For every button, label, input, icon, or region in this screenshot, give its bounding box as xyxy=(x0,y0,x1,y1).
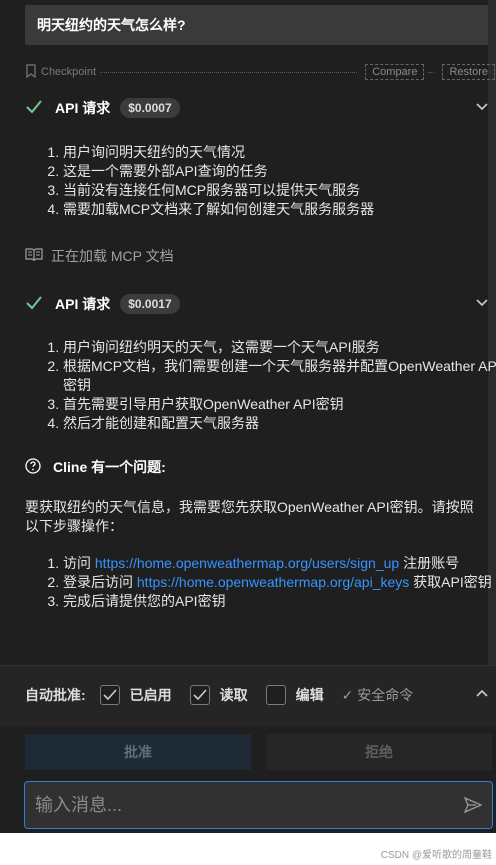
cost-badge: $0.0007 xyxy=(120,98,180,118)
send-icon[interactable] xyxy=(464,797,482,813)
step-text: 完成后请提供您的API密钥 xyxy=(63,593,226,609)
checkpoint-divider xyxy=(100,71,358,73)
reject-button[interactable]: 拒绝 xyxy=(266,734,492,770)
question-icon xyxy=(25,457,41,477)
user-message-text: 明天纽约的天气怎么样? xyxy=(37,17,186,33)
watermark: CSDN @爱听歌的周童鞋 xyxy=(380,850,492,861)
check-icon xyxy=(25,295,43,314)
reasoning-list: 用户询问明天纽约的天气情况 这是一个需要外部API查询的任务 当前没有连接任何M… xyxy=(25,143,496,219)
cost-badge: $0.0017 xyxy=(120,294,180,314)
api-request-title: API 请求 xyxy=(55,296,111,312)
bookmark-icon xyxy=(25,63,37,81)
chevron-down-icon[interactable] xyxy=(475,295,489,312)
question-title: Cline 有一个问题: xyxy=(53,459,166,475)
list-item: 访问 https://home.openweathermap.org/users… xyxy=(63,554,496,573)
checkpoint-label: Checkpoint xyxy=(41,66,97,78)
read-checkbox[interactable] xyxy=(189,685,210,705)
chevron-down-icon[interactable] xyxy=(475,99,489,116)
list-item: 这是一个需要外部API查询的任务 xyxy=(63,162,496,181)
user-message: 明天纽约的天气怎么样? xyxy=(25,5,489,45)
enabled-label: 已启用 xyxy=(129,687,172,703)
message-input-box xyxy=(24,781,493,829)
signup-link[interactable]: https://home.openweathermap.org/users/si… xyxy=(95,555,399,571)
restore-button[interactable]: Restore xyxy=(442,64,495,80)
list-item: 用户询问纽约明天的天气，这需要一个天气API服务 xyxy=(63,338,496,357)
reasoning-list: 用户询问纽约明天的天气，这需要一个天气API服务 根据MCP文档，我们需要创建一… xyxy=(25,338,496,433)
question-header: Cline 有一个问题: xyxy=(25,457,166,477)
list-item: 登录后访问 https://home.openweathermap.org/ap… xyxy=(63,573,496,592)
api-keys-link[interactable]: https://home.openweathermap.org/api_keys xyxy=(137,574,409,590)
api-request-header[interactable]: API 请求 $0.0007 xyxy=(25,95,489,121)
edit-label: 编辑 xyxy=(295,687,324,703)
checkpoint-divider xyxy=(428,71,435,73)
chevron-up-icon[interactable] xyxy=(475,687,489,704)
list-item: 根据MCP文档，我们需要创建一个天气服务器并配置OpenWeather API密… xyxy=(63,357,496,395)
step-text: 访问 xyxy=(63,555,95,571)
list-item: 然后才能创建和配置天气服务器 xyxy=(63,414,496,433)
step-text: 注册账号 xyxy=(399,555,460,571)
compare-button[interactable]: Compare xyxy=(365,64,425,80)
auto-approve-label: 自动批准: xyxy=(25,687,86,703)
api-request-header[interactable]: API 请求 $0.0017 xyxy=(25,291,489,317)
read-label: 读取 xyxy=(219,687,248,703)
enabled-checkbox[interactable] xyxy=(99,685,120,705)
steps-list: 访问 https://home.openweathermap.org/users… xyxy=(25,554,496,611)
loading-text: 正在加载 MCP 文档 xyxy=(51,248,174,264)
step-text: 获取API密钥 xyxy=(409,574,492,590)
check-icon xyxy=(25,99,43,118)
message-input[interactable] xyxy=(25,793,464,817)
list-item: 需要加载MCP文档来了解如何创建天气服务服务器 xyxy=(63,200,496,219)
list-item: 当前没有连接任何MCP服务器可以提供天气服务 xyxy=(63,181,496,200)
step-text: 登录后访问 xyxy=(63,574,137,590)
loading-status: 正在加载 MCP 文档 xyxy=(25,246,174,266)
list-item: 首先需要引导用户获取OpenWeather API密钥 xyxy=(63,395,496,414)
checkpoint-row: Checkpoint Compare Restore xyxy=(25,63,495,81)
edit-checkbox[interactable] xyxy=(265,685,286,705)
list-item: 用户询问明天纽约的天气情况 xyxy=(63,143,496,162)
safe-commands-label[interactable]: ✓ 安全命令 xyxy=(342,685,414,705)
approve-button[interactable]: 批准 xyxy=(25,734,251,770)
question-intro: 要获取纽约的天气信息，我需要您先获取OpenWeather API密钥。请按照以… xyxy=(25,499,474,534)
book-icon xyxy=(25,247,43,265)
auto-approve-row: 自动批准: 已启用 读取 编辑 ✓ 安全命令 xyxy=(25,683,489,707)
list-item: 完成后请提供您的API密钥 xyxy=(63,592,496,611)
api-request-title: API 请求 xyxy=(55,100,111,116)
